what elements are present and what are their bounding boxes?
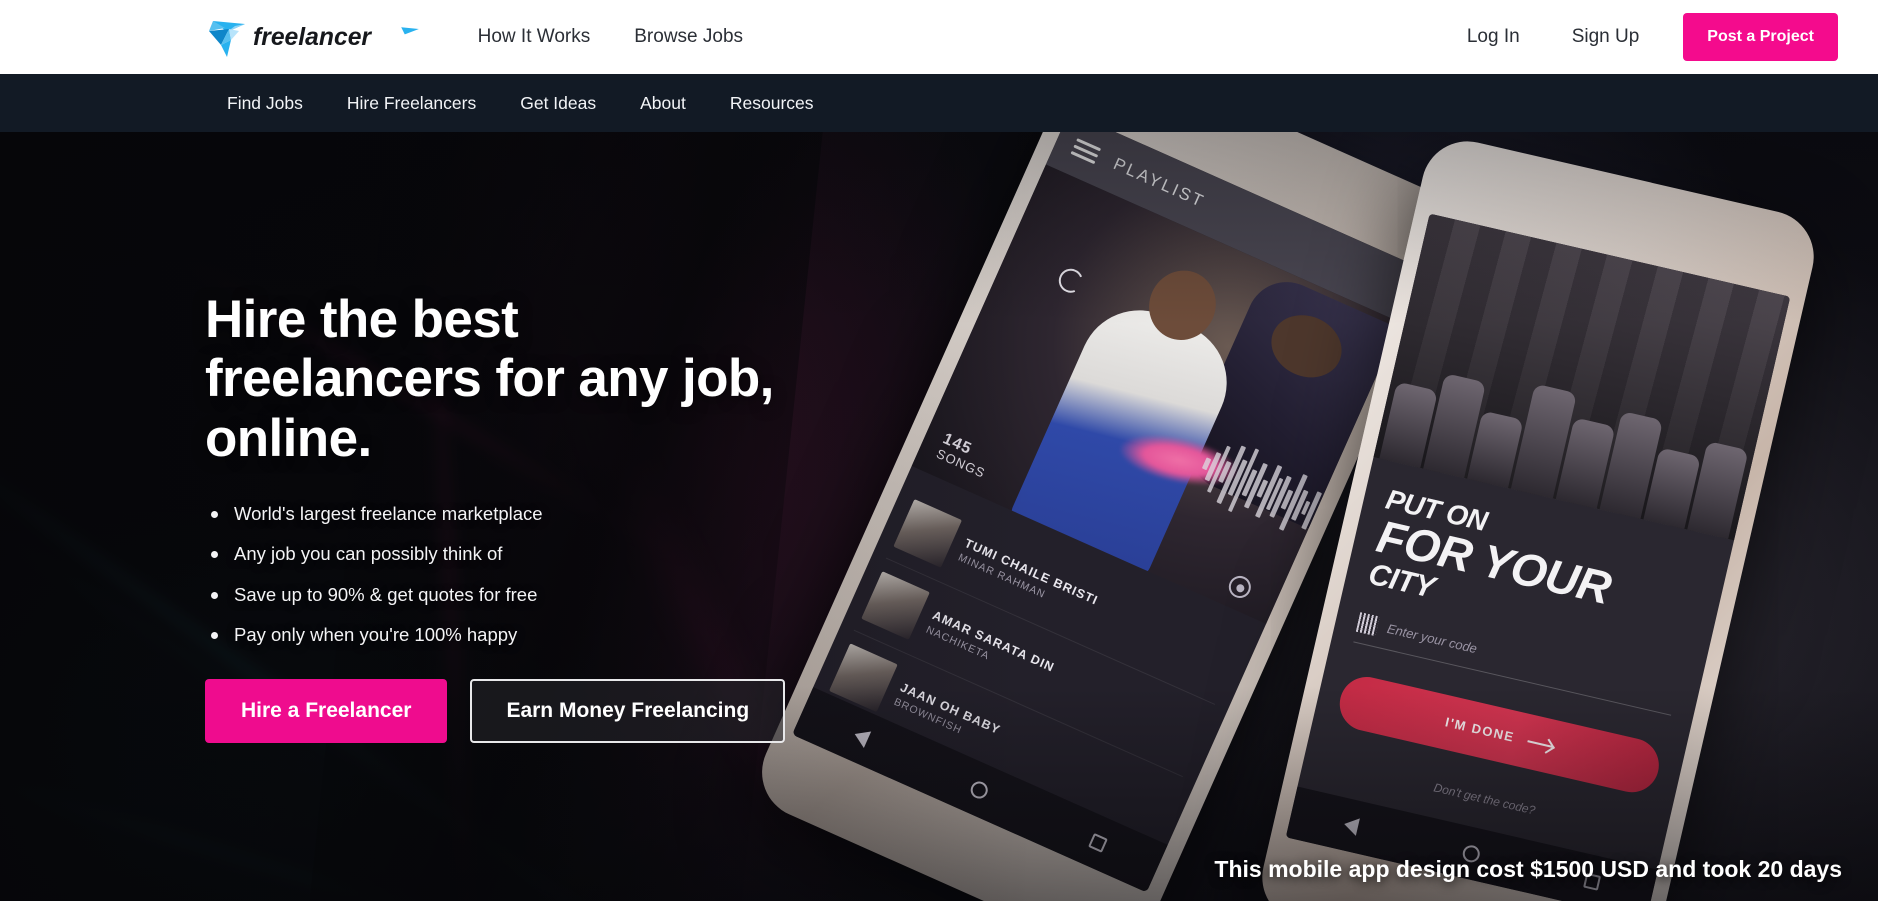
earn-money-freelancing-button[interactable]: Earn Money Freelancing <box>470 679 786 744</box>
songs-count: 145 SONGS <box>934 430 995 482</box>
hero-heading-line-1: Hire the best <box>205 290 519 349</box>
hero-cta-group: Hire a Freelancer Earn Money Freelancing <box>205 679 885 744</box>
hero-phones-image: PLAYLIST 145 SONGS TUMI CHAILE BRISTI MI… <box>747 132 1878 901</box>
login-link[interactable]: Log In <box>1441 16 1546 58</box>
subnav-item-hire-freelancers[interactable]: Hire Freelancers <box>325 85 498 122</box>
subnav-item-resources[interactable]: Resources <box>708 85 836 122</box>
hero-heading-line-3: online. <box>205 408 372 468</box>
hero-benefit-item: World's largest freelance marketplace <box>205 503 885 524</box>
subnav-item-find-jobs[interactable]: Find Jobs <box>205 85 325 122</box>
nav-how-it-works[interactable]: How It Works <box>456 16 613 58</box>
track-thumbnail <box>893 499 962 568</box>
hero-copy-block: Hire the best freelancers for any job, o… <box>205 290 885 744</box>
hamburger-menu-icon[interactable] <box>1069 134 1103 167</box>
svg-text:freelancer: freelancer <box>253 24 372 51</box>
hire-a-freelancer-button[interactable]: Hire a Freelancer <box>205 679 448 744</box>
home-icon[interactable] <box>968 778 991 801</box>
signup-link[interactable]: Sign Up <box>1546 16 1666 58</box>
subnav-item-about[interactable]: About <box>618 85 708 122</box>
hero-benefit-item: Save up to 90% & get quotes for free <box>205 584 885 605</box>
arrow-right-icon <box>1527 739 1554 748</box>
hero-benefits-list: World's largest freelance marketplace An… <box>205 503 885 645</box>
nav-browse-jobs[interactable]: Browse Jobs <box>612 16 765 58</box>
hero-heading: Hire the best freelancers for any job, o… <box>205 290 885 468</box>
secondary-nav: Find Jobs Hire Freelancers Get Ideas Abo… <box>0 74 1878 132</box>
hero-benefit-item: Any job you can possibly think of <box>205 544 885 564</box>
hero-image-caption: This mobile app design cost $1500 USD an… <box>1214 856 1842 882</box>
refresh-icon <box>1054 264 1087 297</box>
subnav-item-get-ideas[interactable]: Get Ideas <box>498 85 618 122</box>
hero-benefit-item: Pay only when you're 100% happy <box>205 624 885 645</box>
back-icon[interactable] <box>1342 815 1360 836</box>
post-a-project-button[interactable]: Post a Project <box>1683 13 1838 61</box>
primary-nav: How It Works Browse Jobs <box>456 16 765 58</box>
hummingbird-logo-icon <box>209 21 245 57</box>
android-nav-bar <box>1285 786 1658 901</box>
recents-icon[interactable] <box>1088 832 1109 853</box>
barcode-icon <box>1355 611 1380 636</box>
im-done-label: I'M DONE <box>1443 714 1517 746</box>
hero-heading-line-2: freelancers for any job, <box>205 349 774 409</box>
site-header: freelancer How It Works Browse Jobs Log … <box>0 0 1878 74</box>
freelancer-logo[interactable]: freelancer <box>205 15 421 59</box>
freelancer-wordmark: freelancer <box>253 24 419 51</box>
hero-section: PLAYLIST 145 SONGS TUMI CHAILE BRISTI MI… <box>0 132 1878 901</box>
header-actions: Log In Sign Up Post a Project <box>1441 13 1838 61</box>
